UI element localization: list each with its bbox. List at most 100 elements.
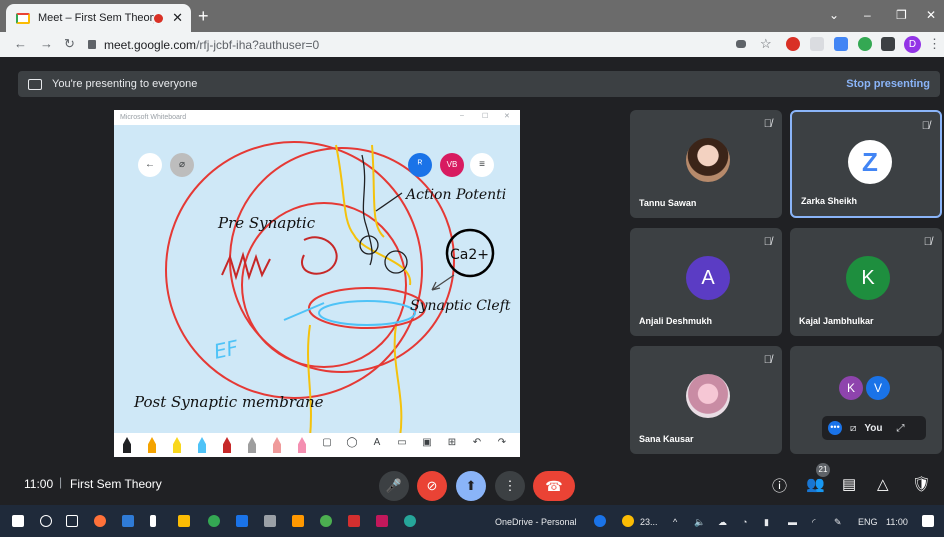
close-window-button[interactable]: ✕ xyxy=(926,8,936,22)
camera-off-button[interactable]: ⊘ xyxy=(417,471,447,501)
highlighter-icon xyxy=(270,437,284,453)
more-options-icon[interactable]: ••• xyxy=(828,421,842,435)
hide-self-view-icon[interactable]: ⧄ xyxy=(850,423,856,434)
bookmark-star-icon[interactable]: ☆ xyxy=(760,36,772,52)
whiteboard-collaborator-badge: VB xyxy=(440,153,464,177)
app-bolt-icon[interactable] xyxy=(150,515,156,527)
firefox-icon[interactable] xyxy=(94,515,106,527)
pen-icon[interactable]: ✎ xyxy=(834,517,842,528)
browser-tab-meet[interactable]: Meet – First Sem Theory ✕ xyxy=(6,4,191,32)
onedrive-cloud-icon[interactable]: ☁ xyxy=(718,517,727,528)
chrome-menu-icon[interactable]: ⋮ xyxy=(928,36,941,52)
notifications-icon[interactable] xyxy=(922,515,934,527)
activities-icon[interactable]: △ xyxy=(877,475,889,493)
back-button[interactable]: ← xyxy=(14,36,27,51)
minimize-button[interactable]: – xyxy=(864,8,871,22)
taskbar-clock[interactable]: 11:00 xyxy=(886,517,908,527)
muted-mic-icon: 🎙̸ xyxy=(763,354,772,366)
whiteboard-maximize-icon: ☐ xyxy=(482,113,489,120)
extension-shield-icon[interactable] xyxy=(786,37,800,51)
new-tab-button[interactable]: + xyxy=(198,6,209,27)
scribble-red xyxy=(221,236,338,281)
whiteboard-share-user-icon: ᴿ xyxy=(408,153,432,177)
weather-icon[interactable] xyxy=(622,515,634,527)
restore-button[interactable]: ❐ xyxy=(896,8,907,22)
whiteboard-back-button: ← xyxy=(138,153,162,177)
volume-icon[interactable]: 🔈 xyxy=(694,517,705,528)
windows-taskbar: OneDrive - Personal 23... ^ 🔈 ☁ ◔ ▮ ▬ ◜ … xyxy=(0,505,944,537)
camera-in-use-icon[interactable] xyxy=(736,40,746,48)
windows-start-icon[interactable] xyxy=(12,515,24,527)
text-tool-icon: A xyxy=(373,437,381,448)
address-bar[interactable]: meet.google.com /rfj-jcbf-iha?authuser=0 xyxy=(88,34,788,55)
microphone-button[interactable]: 🎤 xyxy=(379,471,409,501)
label-synaptic-cleft: Synaptic Cleft xyxy=(410,298,511,314)
forward-button[interactable]: → xyxy=(40,36,53,51)
more-options-button[interactable]: ⋮ xyxy=(495,471,525,501)
stop-presenting-button[interactable]: Stop presenting xyxy=(846,78,930,90)
extension-circle-icon[interactable] xyxy=(858,37,872,51)
browser-toolbar: ← → ↻ meet.google.com /rfj-jcbf-iha?auth… xyxy=(0,32,944,57)
self-avatar-k: K xyxy=(839,376,863,400)
tab-search-chevron-icon[interactable]: ⌄ xyxy=(829,8,839,22)
participant-tile-sana[interactable]: 🎙̸ Sana Kausar xyxy=(630,346,782,454)
self-tile[interactable]: K V ••• ⧄ You ⤢ xyxy=(790,346,942,454)
participant-tile-zarka[interactable]: 🎙̸ Z Zarka Sheikh xyxy=(790,110,942,218)
file-explorer-icon[interactable] xyxy=(178,515,190,527)
eraser-icon xyxy=(295,437,309,453)
label-post-synaptic: Post Synaptic membrane xyxy=(133,393,324,411)
participant-name: Kajal Jambhulkar xyxy=(799,316,874,326)
app-m-icon[interactable] xyxy=(376,515,388,527)
host-controls-icon[interactable]: 🛡 xyxy=(912,475,931,493)
url-path: /rfj-jcbf-iha?authuser=0 xyxy=(196,37,320,52)
whiteboard-titlebar: Microsoft Whiteboard – ☐ ✕ xyxy=(114,110,520,125)
usb-icon[interactable]: ▮ xyxy=(764,517,769,528)
lasso-icon: ◯ xyxy=(346,437,358,448)
participant-tile-anjali[interactable]: 🎙̸ A Anjali Deshmukh xyxy=(630,228,782,336)
mail-icon[interactable] xyxy=(122,515,134,527)
people-icon[interactable]: 👥 xyxy=(806,475,825,493)
help-icon[interactable] xyxy=(594,515,606,527)
wifi-icon[interactable]: ◜ xyxy=(812,517,816,528)
leave-call-button[interactable]: ☎ xyxy=(533,471,575,501)
participant-tile-tannu[interactable]: 🎙̸ Tannu Sawan xyxy=(630,110,782,218)
pen-blue-icon xyxy=(195,437,209,453)
app-teal-icon[interactable] xyxy=(404,515,416,527)
present-now-button[interactable]: ⬆ xyxy=(456,471,486,501)
extension-doc-icon[interactable] xyxy=(834,37,848,51)
task-view-icon[interactable] xyxy=(66,515,78,527)
show-hidden-icons[interactable]: ^ xyxy=(673,517,677,527)
image-icon: ▣ xyxy=(422,437,432,448)
pen-black-icon xyxy=(120,437,134,453)
label-action-potential: Action Potenti xyxy=(404,187,506,203)
store-icon[interactable] xyxy=(236,515,248,527)
app-circle-icon[interactable] xyxy=(320,515,332,527)
app-red-icon[interactable] xyxy=(348,515,360,527)
network-icon[interactable]: ◔ xyxy=(742,517,747,527)
browser-tab-strip: Meet – First Sem Theory ✕ + ⌄ – ❐ ✕ xyxy=(0,0,944,32)
reload-button[interactable]: ↻ xyxy=(64,36,75,52)
weather-temp[interactable]: 23... xyxy=(640,517,658,527)
participant-name: Anjali Deshmukh xyxy=(639,316,713,326)
extensions-puzzle-icon[interactable] xyxy=(881,37,895,51)
language-indicator[interactable]: ENG xyxy=(858,517,878,527)
profile-avatar[interactable]: D xyxy=(904,36,921,53)
muted-mic-icon: 🎙̸ xyxy=(763,118,772,130)
onedrive-label[interactable]: OneDrive - Personal xyxy=(495,517,577,527)
meeting-details-icon[interactable]: ⓘ xyxy=(772,475,787,496)
whiteboard-undo-history-icon: ⌀ xyxy=(170,153,194,177)
participant-avatar: A xyxy=(686,256,730,300)
search-icon[interactable] xyxy=(40,515,52,527)
label-pre-synaptic: Pre Synaptic xyxy=(217,214,316,232)
expand-icon[interactable]: ⤢ xyxy=(897,423,905,434)
chat-icon[interactable]: ▤ xyxy=(842,475,856,493)
app-grid-icon[interactable] xyxy=(264,515,276,527)
whiteboard-close-icon: ✕ xyxy=(504,113,510,120)
close-tab-icon[interactable]: ✕ xyxy=(172,10,183,26)
participant-tile-kajal[interactable]: 🎙̸ K Kajal Jambhulkar xyxy=(790,228,942,336)
chrome-icon[interactable] xyxy=(208,515,220,527)
vlc-icon[interactable] xyxy=(292,515,304,527)
extension-grid-icon[interactable] xyxy=(810,37,824,51)
battery-icon[interactable]: ▬ xyxy=(788,517,797,527)
blue-line xyxy=(283,302,325,321)
